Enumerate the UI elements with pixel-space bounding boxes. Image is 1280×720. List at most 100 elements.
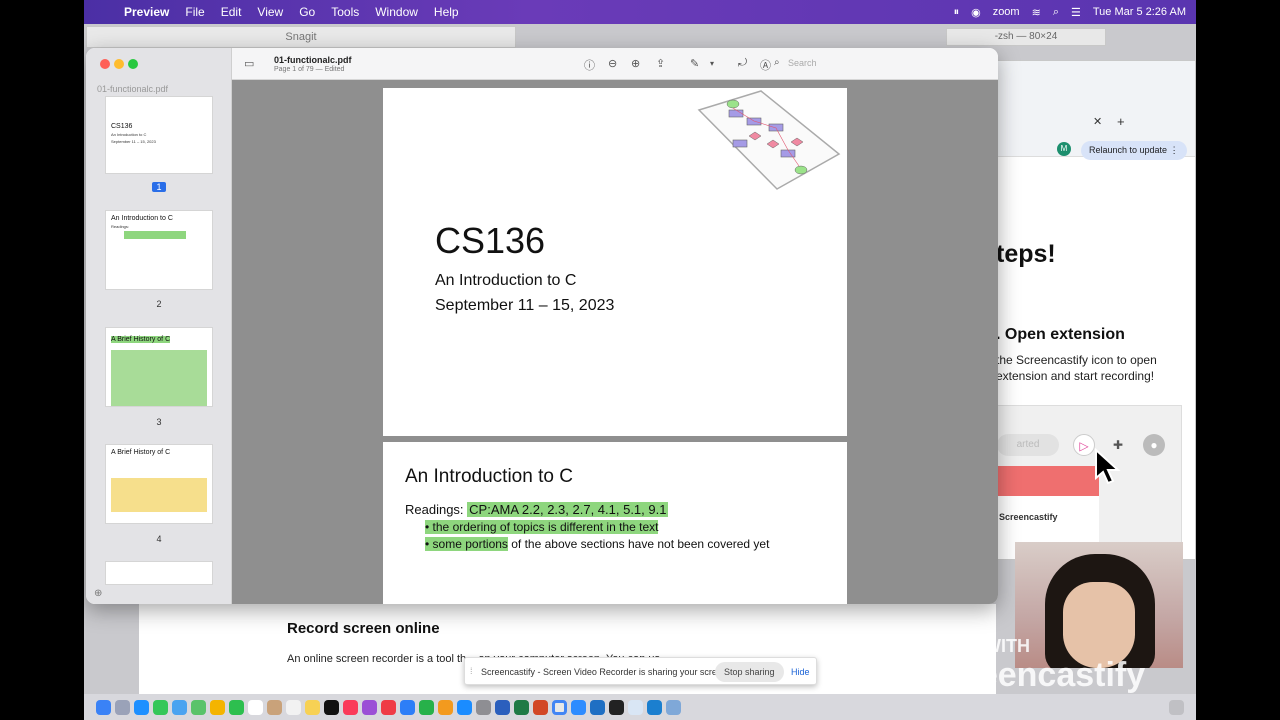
share-icon[interactable]: ⇪	[656, 57, 665, 70]
chevron-down-icon[interactable]: ▾	[710, 59, 714, 68]
menu-tools[interactable]: Tools	[323, 5, 367, 19]
snagit-window[interactable]: Snagit	[86, 26, 516, 48]
zoom-window-button[interactable]	[128, 59, 138, 69]
status-area: ⏸ ◉ zoom ≋ ⌕ ☰ Tue Mar 5 2:26 AM	[954, 6, 1196, 19]
reminders-icon[interactable]	[286, 699, 301, 715]
menu-window[interactable]: Window	[367, 5, 426, 19]
record-icon[interactable]: ◉	[971, 6, 981, 19]
chrome-avatar[interactable]: M	[1057, 142, 1071, 156]
mail-icon[interactable]	[172, 699, 187, 715]
finder-icon[interactable]	[96, 699, 111, 715]
pause-icon[interactable]: ⏸	[954, 6, 960, 19]
trash-icon[interactable]	[1169, 699, 1184, 715]
add-page-icon[interactable]: ⊕	[94, 588, 102, 599]
screencastify-ext-icon[interactable]: ▷	[1073, 434, 1095, 456]
markup-pen-icon[interactable]: ✎	[690, 57, 699, 70]
sidebar-toggle-icon[interactable]: ▭	[244, 57, 254, 70]
music-icon[interactable]	[343, 699, 358, 715]
tile-label: Screencastify	[999, 512, 1058, 522]
preview-icon[interactable]	[628, 699, 643, 715]
tv-icon[interactable]	[324, 699, 339, 715]
clock[interactable]: Tue Mar 5 2:26 AM	[1093, 6, 1186, 18]
tile-banner	[997, 466, 1099, 496]
zoom-in-icon[interactable]: ⊕	[631, 57, 640, 70]
downloads-icon[interactable]	[666, 699, 681, 715]
zoom-out-icon[interactable]: ⊖	[608, 57, 617, 70]
word-icon[interactable]	[495, 699, 510, 715]
appstore-icon[interactable]	[457, 699, 472, 715]
numbers-icon[interactable]	[419, 699, 434, 715]
control-center-icon[interactable]: ☰	[1071, 6, 1081, 19]
open-extension-heading: . Open extension	[996, 326, 1125, 343]
thumbnail-page-1[interactable]: CS136 An Introduction to C September 11 …	[105, 96, 213, 174]
chrome-icon[interactable]	[552, 699, 567, 715]
bullet-1-label: the ordering of topics is different in t…	[432, 520, 659, 534]
photos-icon[interactable]	[210, 699, 225, 715]
new-tab-icon[interactable]: +	[1117, 114, 1125, 129]
pages-icon[interactable]	[438, 699, 453, 715]
info-icon[interactable]: ⓘ	[584, 57, 595, 73]
relaunch-button[interactable]: Relaunch to update ⋮	[1081, 141, 1187, 160]
menu-help[interactable]: Help	[426, 5, 467, 19]
menu-app-name[interactable]: Preview	[116, 5, 177, 19]
thumbnail-page-4[interactable]: A Brief History of C	[105, 444, 213, 524]
document-area[interactable]: CS136 An Introduction to C September 11 …	[232, 80, 998, 604]
menu-file[interactable]: File	[177, 5, 212, 19]
powerpoint-icon[interactable]	[533, 699, 548, 715]
calendar-icon[interactable]	[248, 699, 263, 715]
safari-icon[interactable]	[134, 699, 149, 715]
thumb-2-title: An Introduction to C	[111, 215, 173, 222]
news-icon[interactable]	[381, 699, 396, 715]
profile-icon[interactable]: ●	[1143, 434, 1165, 456]
tab-close-icon[interactable]: ✕	[1093, 115, 1102, 128]
open-extension-description: the Screencastify icon to open extension…	[996, 353, 1157, 383]
terminal-icon[interactable]	[609, 699, 624, 715]
thumb-3-highlight	[111, 350, 207, 406]
facetime-icon[interactable]	[229, 699, 244, 715]
wifi-icon[interactable]: ≋	[1032, 6, 1041, 19]
stop-sharing-button[interactable]: Stop sharing	[715, 662, 784, 682]
preview-toolbar: ▭ 01-functionalc.pdf Page 1 of 79 — Edit…	[232, 48, 998, 80]
chrome-toolbar: ✕ + M Relaunch to update ⋮	[997, 61, 1195, 160]
thumb-1-subtitle: An Introduction to C	[111, 132, 147, 137]
thumb-2-highlight	[124, 231, 186, 239]
menu-edit[interactable]: Edit	[213, 5, 250, 19]
thumb-1-title: CS136	[111, 123, 133, 130]
hide-button[interactable]: Hide	[791, 667, 810, 677]
snagit-icon[interactable]	[647, 699, 662, 715]
watermark-brand: Screencastify	[924, 656, 1146, 694]
webpage-heading: Record screen online	[287, 620, 440, 637]
thumbnail-sidebar: 01-functionalc.pdf CS136 An Introduction…	[86, 48, 232, 604]
close-window-button[interactable]	[100, 59, 110, 69]
podcasts-icon[interactable]	[362, 699, 377, 715]
contacts-icon[interactable]	[267, 699, 282, 715]
search-icon[interactable]: ⌕	[1053, 6, 1059, 19]
search-field[interactable]: Search	[788, 58, 817, 68]
menu-view[interactable]: View	[249, 5, 291, 19]
get-started-button[interactable]: arted	[997, 434, 1059, 456]
search-icon[interactable]: ⌕	[774, 57, 780, 68]
relaunch-label: Relaunch to update	[1089, 145, 1168, 155]
thumbnail-page-3[interactable]: A Brief History of C	[105, 327, 213, 407]
zoom-icon[interactable]	[571, 699, 586, 715]
page-number-3: 3	[156, 417, 162, 427]
minimize-window-button[interactable]	[114, 59, 124, 69]
settings-icon[interactable]	[476, 699, 491, 715]
terminal-window[interactable]: -zsh — 80×24	[946, 28, 1106, 46]
notes-icon[interactable]	[305, 699, 320, 715]
annotate-icon[interactable]: Ⓐ	[760, 57, 771, 73]
launchpad-icon[interactable]	[115, 699, 130, 715]
share-message: Screencastify - Screen Video Recorder is…	[481, 667, 730, 677]
excel-icon[interactable]	[514, 699, 529, 715]
maps-icon[interactable]	[191, 699, 206, 715]
vscode-icon[interactable]	[590, 699, 605, 715]
share-grip-icon[interactable]: ⁞	[470, 666, 473, 676]
zoom-status[interactable]: zoom	[993, 6, 1020, 18]
thumbnail-page-5[interactable]	[105, 561, 213, 585]
thumbnail-page-2[interactable]: An Introduction to C Readings:	[105, 210, 213, 290]
messages-icon[interactable]	[153, 699, 168, 715]
thumb-3-title: A Brief History of C	[111, 336, 171, 343]
keynote-icon[interactable]	[400, 699, 415, 715]
menu-go[interactable]: Go	[291, 5, 323, 19]
rotate-icon[interactable]: ⤾	[738, 57, 747, 70]
